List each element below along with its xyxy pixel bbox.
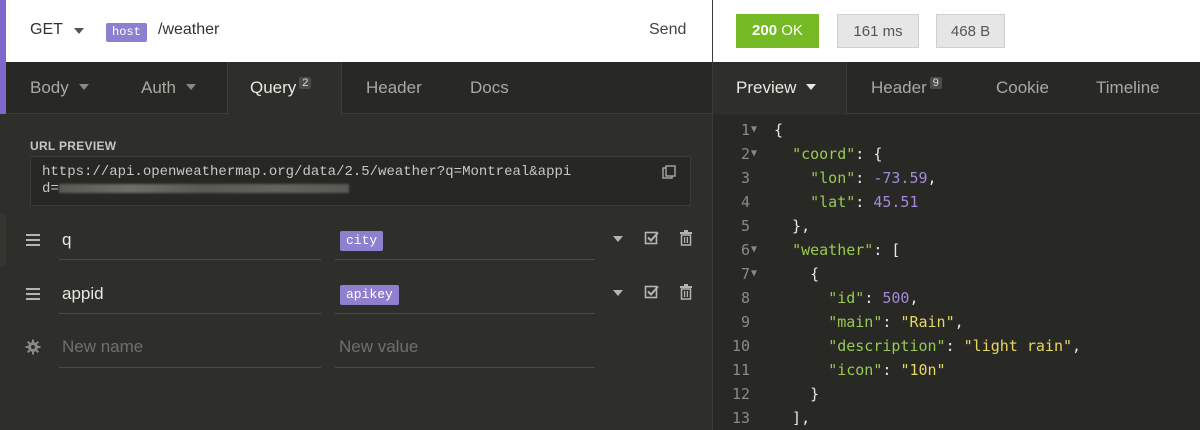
fold-toggle-icon[interactable]: ▼ bbox=[751, 244, 757, 255]
code-line: "description": "light rain", bbox=[828, 337, 1082, 355]
param-name-input[interactable]: appid bbox=[62, 284, 104, 304]
tab-query[interactable]: Query 2 bbox=[250, 62, 312, 114]
chevron-down-icon[interactable] bbox=[613, 290, 623, 296]
line-number: 9 bbox=[740, 313, 750, 331]
tab-label: Auth bbox=[141, 78, 176, 97]
status-code: 200 bbox=[752, 22, 778, 39]
divider bbox=[59, 259, 321, 260]
code-line: "icon": "10n" bbox=[828, 361, 946, 379]
code-line: "lon": -73.59, bbox=[810, 169, 937, 187]
tab-label: Docs bbox=[470, 78, 509, 97]
chevron-down-icon[interactable] bbox=[74, 28, 84, 34]
checkbox-checked-icon[interactable] bbox=[644, 230, 660, 246]
request-tabs bbox=[0, 62, 712, 114]
drag-handle-icon[interactable] bbox=[26, 234, 40, 246]
chevron-down-icon bbox=[185, 83, 196, 90]
param-value-tag[interactable]: apikey bbox=[340, 285, 399, 305]
tab-cookie[interactable]: Cookie bbox=[996, 62, 1049, 114]
url-preview-text: https://api.openweathermap.org/data/2.5/… bbox=[42, 164, 662, 198]
new-value-input[interactable]: New value bbox=[339, 337, 418, 357]
line-number: 3 bbox=[740, 169, 750, 187]
new-name-input[interactable]: New name bbox=[62, 337, 143, 357]
param-value-tag[interactable]: city bbox=[340, 231, 384, 251]
tab-count-badge: 2 bbox=[299, 77, 312, 89]
trash-icon[interactable] bbox=[679, 230, 693, 246]
divider bbox=[335, 367, 595, 368]
redacted-api-key bbox=[58, 183, 349, 193]
code-line: { bbox=[774, 121, 784, 139]
send-button[interactable]: Send bbox=[649, 21, 686, 39]
chevron-down-icon bbox=[806, 83, 817, 90]
divider bbox=[335, 313, 595, 314]
code-line: "id": 500, bbox=[828, 289, 919, 307]
response-size-badge: 468 B bbox=[936, 14, 1005, 48]
pane-divider[interactable] bbox=[712, 0, 713, 430]
chevron-down-icon[interactable] bbox=[613, 236, 623, 242]
code-line: }, bbox=[774, 217, 811, 235]
line-number: 7 bbox=[740, 265, 750, 283]
response-time-badge: 161 ms bbox=[837, 14, 919, 48]
status-badge: 200 OK bbox=[736, 14, 819, 48]
tab-label: Cookie bbox=[996, 78, 1049, 97]
code-line: { bbox=[774, 265, 820, 283]
tab-label: Body bbox=[30, 78, 69, 97]
code-line: "main": "Rain", bbox=[828, 313, 964, 331]
line-number: 2 bbox=[740, 145, 750, 163]
line-number: 10 bbox=[731, 337, 750, 355]
line-number: 4 bbox=[740, 193, 750, 211]
line-number: 6 bbox=[740, 241, 750, 259]
url-preview-label: URL PREVIEW bbox=[30, 139, 117, 153]
fold-toggle-icon[interactable]: ▼ bbox=[751, 268, 757, 279]
tab-count-badge: 9 bbox=[929, 77, 942, 89]
code-line: } bbox=[774, 385, 820, 403]
code-line: "lat": 45.51 bbox=[810, 193, 919, 211]
line-number: 1 bbox=[740, 121, 750, 139]
divider bbox=[59, 367, 321, 368]
checkbox-checked-icon[interactable] bbox=[644, 284, 660, 300]
line-number: 5 bbox=[740, 217, 750, 235]
code-line: ], bbox=[774, 409, 811, 427]
copy-icon[interactable] bbox=[662, 165, 676, 179]
tab-docs[interactable]: Docs bbox=[470, 62, 509, 114]
tab-header[interactable]: Header bbox=[366, 62, 422, 114]
tab-response-header[interactable]: Header 9 bbox=[871, 62, 942, 114]
code-line: "coord": { bbox=[792, 145, 883, 163]
chevron-down-icon bbox=[78, 83, 89, 90]
fold-toggle-icon[interactable]: ▼ bbox=[751, 148, 757, 159]
url-line-1: https://api.openweathermap.org/data/2.5/… bbox=[42, 164, 572, 180]
accent-bar bbox=[0, 62, 6, 114]
url-line-2: d= bbox=[42, 181, 59, 197]
drag-handle-icon[interactable] bbox=[26, 288, 40, 300]
tab-preview[interactable]: Preview bbox=[736, 62, 817, 114]
code-line: "weather": [ bbox=[792, 241, 901, 259]
divider bbox=[59, 313, 321, 314]
status-text: OK bbox=[781, 22, 803, 39]
gear-icon[interactable] bbox=[25, 339, 41, 355]
tab-body[interactable]: Body bbox=[30, 62, 89, 114]
tab-timeline[interactable]: Timeline bbox=[1096, 62, 1160, 114]
trash-icon[interactable] bbox=[679, 284, 693, 300]
url-path-input[interactable]: /weather bbox=[158, 21, 219, 39]
row-gutter bbox=[0, 214, 6, 266]
line-number: 11 bbox=[731, 361, 750, 379]
tab-label: Header bbox=[366, 78, 422, 97]
param-name-input[interactable]: q bbox=[62, 230, 71, 250]
line-number: 8 bbox=[740, 289, 750, 307]
method-select[interactable]: GET bbox=[30, 21, 63, 39]
fold-toggle-icon[interactable]: ▼ bbox=[751, 124, 757, 135]
line-number: 13 bbox=[731, 409, 750, 427]
host-variable-tag[interactable]: host bbox=[106, 23, 147, 42]
divider bbox=[335, 259, 595, 260]
tab-auth[interactable]: Auth bbox=[141, 62, 196, 114]
tab-label: Timeline bbox=[1096, 78, 1160, 97]
tab-label: Query bbox=[250, 78, 297, 97]
tab-label: Header bbox=[871, 78, 927, 97]
tab-label: Preview bbox=[736, 78, 797, 97]
line-number: 12 bbox=[731, 385, 750, 403]
